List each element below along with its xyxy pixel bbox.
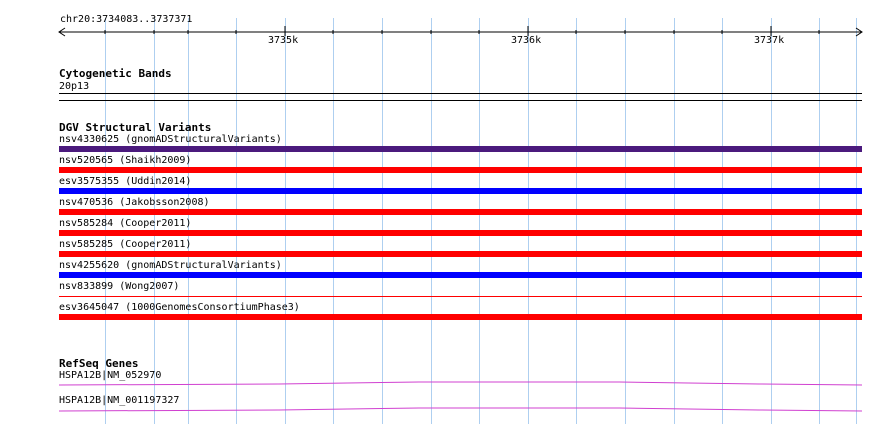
grid-line bbox=[528, 18, 529, 424]
cytoband-line bbox=[59, 93, 862, 94]
grid-line bbox=[771, 18, 772, 424]
variant-bar[interactable] bbox=[59, 314, 862, 320]
variant-bar[interactable] bbox=[59, 230, 862, 236]
grid-line bbox=[819, 18, 820, 424]
tick-label: 3737k bbox=[754, 35, 785, 46]
grid-line bbox=[236, 18, 237, 424]
cytoband-label: 20p13 bbox=[59, 81, 90, 92]
gene-model[interactable] bbox=[59, 405, 862, 413]
cytoband-line bbox=[59, 100, 862, 101]
grid-line bbox=[333, 18, 334, 424]
grid-line bbox=[431, 18, 432, 424]
variant-label: nsv4330625 (gnomADStructuralVariants) bbox=[59, 134, 282, 145]
gene-model[interactable] bbox=[59, 380, 862, 388]
grid-line bbox=[856, 18, 857, 424]
position-label: chr20:3734083..3737371 bbox=[60, 14, 193, 25]
ruler-axis bbox=[58, 26, 863, 37]
track-title: RefSeq Genes bbox=[59, 357, 139, 370]
variant-bar[interactable] bbox=[59, 146, 862, 152]
variant-label: nsv470536 (Jakobsson2008) bbox=[59, 197, 210, 208]
grid-line bbox=[479, 18, 480, 424]
grid-line bbox=[722, 18, 723, 424]
variant-label: nsv585284 (Cooper2011) bbox=[59, 218, 192, 229]
variant-label: esv3645047 (1000GenomesConsortiumPhase3) bbox=[59, 302, 300, 313]
grid-line bbox=[674, 18, 675, 424]
tick-label: 3736k bbox=[511, 35, 542, 46]
track-title: Cytogenetic Bands bbox=[59, 67, 172, 80]
grid-line bbox=[382, 18, 383, 424]
variant-line[interactable] bbox=[59, 296, 862, 297]
variant-bar[interactable] bbox=[59, 251, 862, 257]
grid-line bbox=[625, 18, 626, 424]
variant-label: nsv4255620 (gnomADStructuralVariants) bbox=[59, 260, 282, 271]
variant-label: nsv520565 (Shaikh2009) bbox=[59, 155, 192, 166]
variant-label: esv3575355 (Uddin2014) bbox=[59, 176, 192, 187]
variant-bar[interactable] bbox=[59, 272, 862, 278]
tick-label: 3735k bbox=[268, 35, 299, 46]
grid-line bbox=[576, 18, 577, 424]
variant-bar[interactable] bbox=[59, 167, 862, 173]
variant-label: nsv585285 (Cooper2011) bbox=[59, 239, 192, 250]
variant-bar[interactable] bbox=[59, 209, 862, 215]
variant-bar[interactable] bbox=[59, 188, 862, 194]
variant-label: nsv833899 (Wong2007) bbox=[59, 281, 180, 292]
grid-line bbox=[285, 18, 286, 424]
track-title: DGV Structural Variants bbox=[59, 121, 212, 134]
